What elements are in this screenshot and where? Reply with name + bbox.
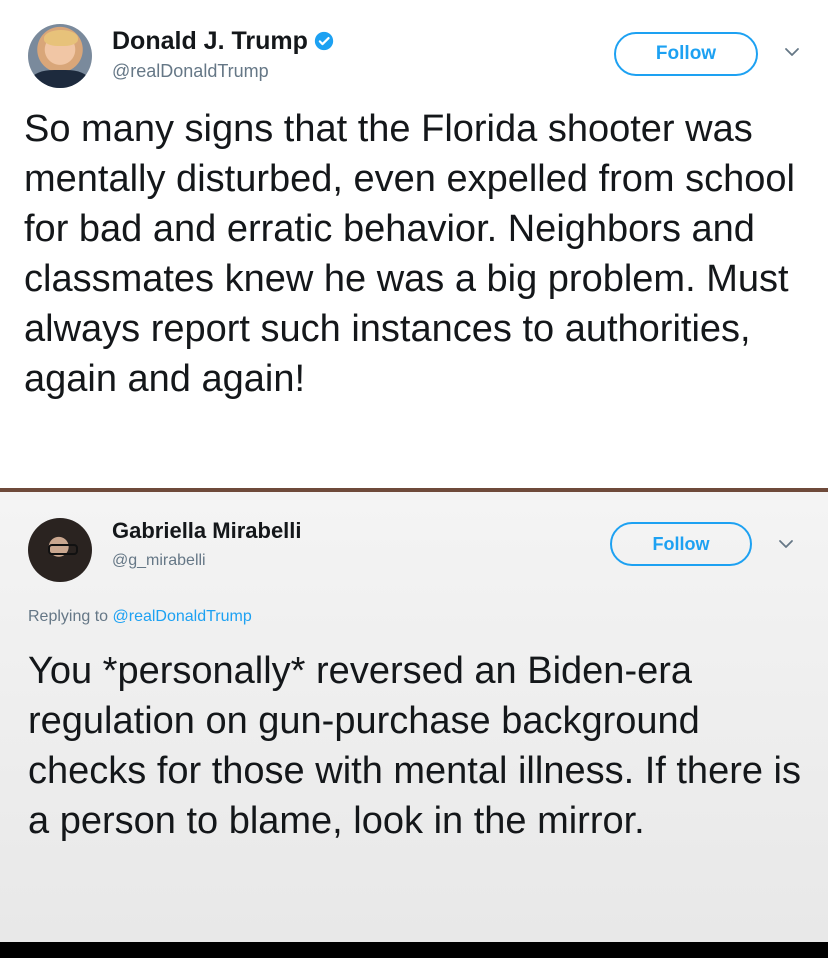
tweet-text: So many signs that the Florida shooter w… <box>24 108 795 400</box>
chevron-down-icon[interactable] <box>778 536 794 552</box>
avatar-hair <box>44 30 78 46</box>
replying-to-line: Replying to @realDonaldTrump <box>28 608 252 626</box>
author-name[interactable]: Gabriella Mirabelli <box>112 518 302 544</box>
chevron-down-icon[interactable] <box>784 44 800 60</box>
author-name[interactable]: Donald J. Trump <box>112 27 334 56</box>
avatar[interactable] <box>28 24 92 88</box>
follow-button[interactable]: Follow <box>614 32 758 76</box>
tweet-card-trump: Donald J. Trump @realDonaldTrump Follow … <box>0 0 828 490</box>
tweet-text: You *personally* reversed an Biden-era r… <box>28 650 801 842</box>
avatar-suit <box>32 70 88 88</box>
replying-mention-link[interactable]: @realDonaldTrump <box>113 608 252 625</box>
follow-button[interactable]: Follow <box>610 522 752 566</box>
avatar-glasses <box>48 544 78 555</box>
verified-badge-icon <box>314 31 334 51</box>
author-name-text[interactable]: Donald J. Trump <box>112 27 308 55</box>
bottom-black-bar <box>0 942 828 958</box>
replying-prefix: Replying to <box>28 608 109 625</box>
author-handle[interactable]: @realDonaldTrump <box>112 61 269 82</box>
screenshot: Donald J. Trump @realDonaldTrump Follow … <box>0 0 828 958</box>
avatar[interactable] <box>28 518 92 582</box>
author-handle[interactable]: @g_mirabelli <box>112 552 206 570</box>
